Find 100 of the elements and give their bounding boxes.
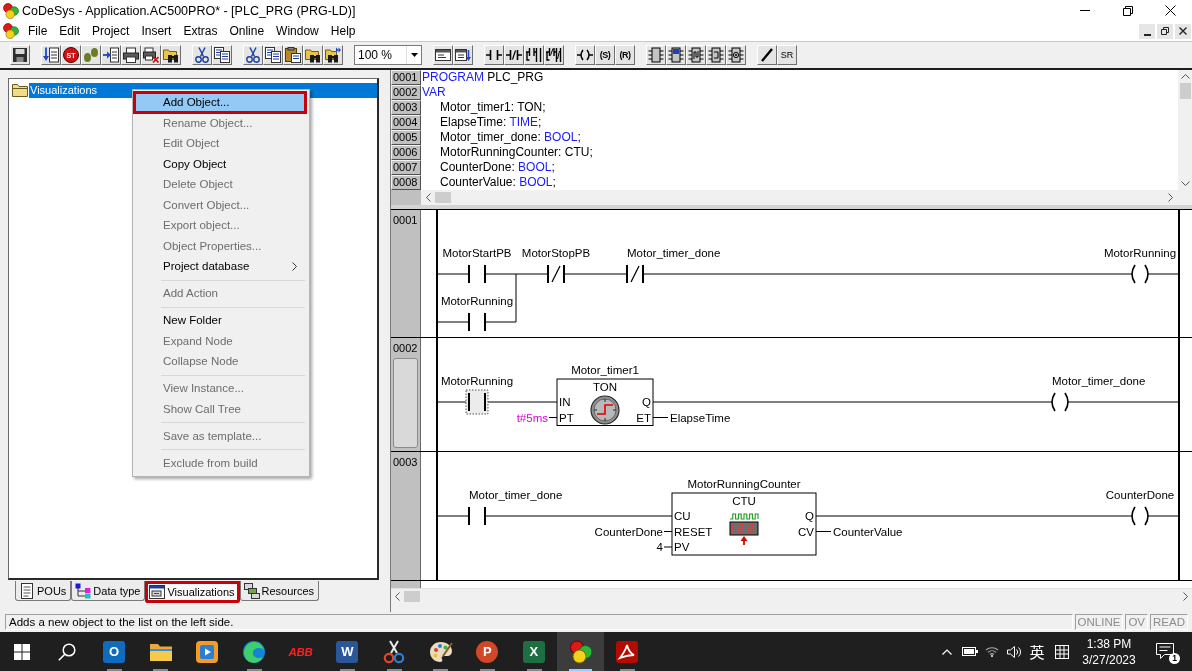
horizontal-scrollbar[interactable]: [391, 588, 1192, 604]
toolbar-button[interactable]: [243, 45, 263, 65]
toolbar-button[interactable]: [192, 45, 212, 65]
contact-symbol[interactable]: [468, 264, 486, 284]
contact-symbol[interactable]: [468, 312, 486, 332]
zoom-combo[interactable]: 100 %: [354, 45, 422, 65]
toolbar-button[interactable]: [706, 45, 726, 65]
panel-tab[interactable]: Data type: [71, 581, 146, 601]
context-menu-item[interactable]: Export object...: [134, 215, 306, 236]
scroll-thumb[interactable]: [404, 591, 420, 602]
context-menu-item[interactable]: View Instance...: [134, 378, 306, 399]
toolbar-button[interactable]: [323, 45, 343, 65]
taskbar-button[interactable]: X: [510, 632, 558, 671]
toolbar-button[interactable]: [757, 45, 777, 65]
toolbar-button[interactable]: [484, 45, 504, 65]
input-language-button[interactable]: 英: [1025, 632, 1049, 671]
toolbar-button[interactable]: [41, 45, 61, 65]
context-menu-item[interactable]: Copy Object: [134, 153, 306, 174]
menu-item[interactable]: Project: [86, 22, 136, 40]
scroll-thumb[interactable]: [435, 192, 451, 203]
speaker-icon[interactable]: [1007, 645, 1021, 658]
panel-tab[interactable]: Resources: [239, 581, 320, 601]
network-gutter[interactable]: 0002: [391, 338, 421, 451]
toolbar-button[interactable]: [10, 45, 30, 65]
network-gutter[interactable]: 0003: [391, 452, 421, 580]
menu-item[interactable]: Edit: [53, 22, 87, 40]
coil-symbol[interactable]: [1131, 506, 1149, 526]
toolbar-button[interactable]: [212, 45, 232, 65]
menu-item[interactable]: Window: [270, 22, 325, 40]
function-block[interactable]: [671, 492, 817, 556]
toolbar-button[interactable]: [726, 45, 746, 65]
context-menu-item[interactable]: New Folder: [134, 310, 306, 331]
taskbar-button[interactable]: W: [323, 632, 371, 671]
chevron-left-icon[interactable]: [395, 592, 400, 601]
contact-symbol[interactable]: [468, 506, 486, 526]
vertical-scrollbar[interactable]: [1178, 70, 1192, 190]
toolbar-button[interactable]: [575, 45, 595, 65]
context-menu-item[interactable]: Expand Node: [134, 330, 306, 351]
toolbar-button[interactable]: [646, 45, 666, 65]
document-minimize-button[interactable]: [1139, 23, 1155, 39]
clock-date[interactable]: 3/27/2023: [1082, 651, 1136, 668]
negated-contact-symbol[interactable]: [547, 264, 565, 284]
wifi-icon[interactable]: [985, 646, 999, 657]
context-menu-item[interactable]: Collapse Node: [134, 351, 306, 372]
pin-wire: [815, 531, 832, 532]
menu-item[interactable]: Help: [324, 22, 362, 40]
coil-symbol[interactable]: [1131, 264, 1149, 284]
menu-item[interactable]: Extras: [177, 22, 224, 40]
toolbar-button[interactable]: [101, 45, 121, 65]
toolbar-button[interactable]: [504, 45, 524, 65]
context-menu-item[interactable]: Edit Object: [134, 133, 306, 154]
context-menu-item[interactable]: Object Properties...: [134, 235, 306, 256]
toolbar-button[interactable]: [303, 45, 323, 65]
context-menu-item[interactable]: Rename Object...: [134, 112, 306, 133]
reset-coil-button[interactable]: (R): [615, 45, 635, 65]
chevron-right-icon[interactable]: [1183, 592, 1188, 601]
contact-symbol[interactable]: [465, 389, 489, 415]
toolbar-button[interactable]: [141, 45, 161, 65]
taskbar-button[interactable]: O: [90, 632, 138, 671]
document-close-button[interactable]: [1175, 23, 1191, 39]
notifications-button[interactable]: 1: [1143, 632, 1187, 671]
context-menu-item[interactable]: Convert Object...: [134, 194, 306, 215]
set-coil-button[interactable]: (S): [595, 45, 615, 65]
chevron-right-icon[interactable]: [1168, 193, 1173, 202]
network-gutter[interactable]: 0001: [391, 210, 421, 337]
toolbar-button[interactable]: [544, 45, 564, 65]
chevron-left-icon[interactable]: [426, 193, 431, 202]
clock-time[interactable]: 1:38 PM: [1086, 635, 1132, 652]
chevron-up-icon[interactable]: [1180, 74, 1190, 79]
toolbar-button[interactable]: [121, 45, 141, 65]
toolbar-button[interactable]: [263, 45, 283, 65]
taskbar-button[interactable]: ABB: [277, 632, 324, 671]
toolbar-button[interactable]: [453, 45, 473, 65]
context-menu-item[interactable]: Show Call Tree: [134, 398, 306, 419]
menu-item[interactable]: Online: [223, 22, 271, 40]
panel-tab[interactable]: Visualizations: [145, 581, 240, 603]
context-menu-item[interactable]: Project database: [134, 256, 306, 277]
taskbar-button[interactable]: [557, 632, 604, 671]
toolbar-button[interactable]: [666, 45, 686, 65]
context-menu-item[interactable]: Save as template...: [134, 425, 306, 446]
context-menu-item[interactable]: Add Object...: [134, 92, 306, 113]
scroll-thumb[interactable]: [1179, 83, 1191, 99]
grid-icon[interactable]: [1055, 644, 1069, 659]
toolbar-button[interactable]: [524, 45, 544, 65]
taskbar-button[interactable]: P: [463, 632, 511, 671]
toolbar-button[interactable]: [686, 45, 706, 65]
context-menu-item[interactable]: Add Action: [134, 283, 306, 304]
panel-tab[interactable]: POUs: [15, 581, 72, 601]
toolbar-button[interactable]: [161, 45, 181, 65]
battery-icon[interactable]: [961, 647, 978, 656]
chevron-down-icon[interactable]: [1180, 181, 1190, 186]
menu-item[interactable]: File: [22, 22, 54, 40]
menu-item[interactable]: Insert: [135, 22, 178, 40]
context-menu-item[interactable]: Delete Object: [134, 174, 306, 195]
negated-contact-symbol[interactable]: [626, 264, 644, 284]
toolbar-button[interactable]: [433, 45, 453, 65]
document-restore-button[interactable]: [1157, 23, 1173, 39]
toolbar-button[interactable]: [283, 45, 303, 65]
coil-symbol[interactable]: [1051, 392, 1069, 412]
context-menu-item[interactable]: Exclude from build: [134, 452, 306, 473]
